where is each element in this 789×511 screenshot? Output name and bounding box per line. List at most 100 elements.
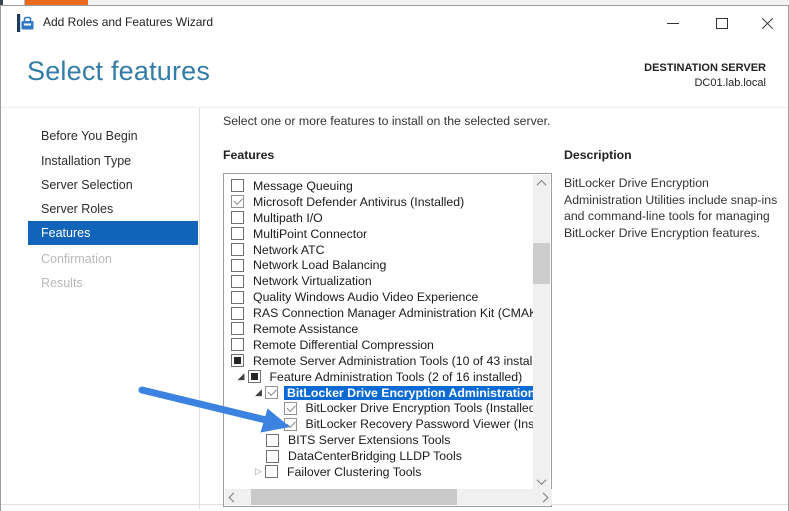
horizontal-scrollbar[interactable] — [225, 489, 552, 505]
feature-label: Multipath I/O — [253, 211, 323, 225]
feature-label: Network Load Balancing — [253, 258, 386, 272]
vertical-scrollbar[interactable] — [533, 175, 550, 490]
feature-label: RAS Connection Manager Administration Ki… — [253, 306, 534, 320]
maximize-button[interactable] — [702, 10, 742, 36]
feature-row-remote-server-administration-tools-10-of[interactable]: Remote Server Administration Tools (10 o… — [224, 353, 534, 369]
sidebar-item-features[interactable]: Features — [28, 221, 198, 245]
checkbox-checked[interactable] — [284, 402, 297, 415]
checkbox-checked[interactable] — [265, 386, 278, 399]
feature-label: Quality Windows Audio Video Experience — [253, 290, 478, 304]
checkbox-unchecked[interactable] — [231, 179, 244, 192]
feature-row-microsoft-defender-antivirus-installed[interactable]: Microsoft Defender Antivirus (Installed) — [224, 194, 534, 210]
feature-row-multipath-i-o[interactable]: Multipath I/O — [224, 210, 534, 226]
feature-label: Network ATC — [253, 243, 325, 257]
features-list-label: Features — [223, 148, 274, 162]
description-text: BitLocker Drive Encryption Administratio… — [564, 175, 783, 241]
checkbox-unchecked[interactable] — [231, 307, 244, 320]
feature-label: BITS Server Extensions Tools — [288, 433, 450, 447]
feature-row-network-atc[interactable]: Network ATC — [224, 242, 534, 258]
checkbox-unchecked[interactable] — [231, 322, 244, 335]
sidebar-item-results: Results — [1, 271, 199, 295]
checkbox-indeterminate[interactable] — [248, 370, 261, 383]
feature-row-feature-administration-tools-2-of-16-ins[interactable]: ◢ Feature Administration Tools (2 of 16 i… — [224, 369, 534, 385]
feature-row-bitlocker-drive-encryption-tools-install[interactable]: BitLocker Drive Encryption Tools (Instal… — [224, 400, 534, 416]
feature-row-network-virtualization[interactable]: Network Virtualization — [224, 273, 534, 289]
description-heading: Description — [564, 148, 632, 162]
page-title: Select features — [27, 56, 210, 87]
title-bar: Add Roles and Features Wizard — [1, 6, 788, 39]
feature-label: Remote Assistance — [253, 322, 358, 336]
features-rows: Message Queuing Microsoft Defender Antivi… — [224, 178, 534, 488]
feature-label: Message Queuing — [253, 179, 353, 193]
destination-server-host: DC01.lab.local — [644, 76, 766, 91]
destination-server-block: DESTINATION SERVER DC01.lab.local — [644, 61, 766, 91]
feature-row-remote-assistance[interactable]: Remote Assistance — [224, 321, 534, 337]
roles-and-features-wizard-icon — [16, 14, 34, 32]
checkbox-checked[interactable] — [231, 195, 244, 208]
minimize-button[interactable] — [653, 10, 693, 36]
checkbox-indeterminate[interactable] — [231, 354, 244, 367]
vertical-scrollbar-thumb[interactable] — [533, 243, 550, 284]
feature-label: BitLocker Recovery Password Viewer (Inst… — [306, 417, 535, 431]
feature-row-multipoint-connector[interactable]: MultiPoint Connector — [224, 226, 534, 242]
feature-label: BitLocker Drive Encryption Administratio… — [284, 386, 534, 400]
sidebar-item-before-you-begin[interactable]: Before You Begin — [1, 124, 199, 148]
feature-label: Remote Differential Compression — [253, 338, 434, 352]
sidebar-item-installation-type[interactable]: Installation Type — [1, 149, 199, 173]
instruction-text: Select one or more features to install o… — [223, 114, 763, 128]
feature-row-ras-connection-manager-administration-ki[interactable]: RAS Connection Manager Administration Ki… — [224, 305, 534, 321]
checkbox-unchecked[interactable] — [231, 259, 244, 272]
feature-label: Remote Server Administration Tools (10 o… — [253, 354, 534, 368]
scroll-up-button[interactable] — [533, 175, 550, 192]
feature-label: Feature Administration Tools (2 of 16 in… — [270, 370, 523, 384]
destination-server-label: DESTINATION SERVER — [644, 61, 766, 76]
checkbox-unchecked[interactable] — [231, 291, 244, 304]
feature-label: BitLocker Drive Encryption Tools (Instal… — [306, 401, 535, 415]
feature-row-quality-windows-audio-video-experience[interactable]: Quality Windows Audio Video Experience — [224, 289, 534, 305]
close-icon — [761, 17, 774, 30]
screen: Add Roles and Features Wizard Select fea… — [0, 0, 789, 511]
chevron-right-icon — [539, 492, 549, 502]
expand-icon[interactable]: ▷ — [252, 467, 265, 476]
checkbox-unchecked[interactable] — [231, 211, 244, 224]
scroll-right-button[interactable] — [535, 489, 552, 505]
sidebar-divider — [199, 108, 200, 509]
feature-row-failover-clustering-tools[interactable]: ▷ Failover Clustering Tools — [224, 464, 534, 480]
checkbox-unchecked[interactable] — [266, 434, 279, 447]
checkbox-unchecked[interactable] — [231, 243, 244, 256]
feature-row-message-queuing[interactable]: Message Queuing — [224, 178, 534, 194]
close-button[interactable] — [747, 10, 787, 36]
chevron-left-icon — [229, 492, 239, 502]
feature-label: Failover Clustering Tools — [287, 465, 421, 479]
sidebar-item-server-roles[interactable]: Server Roles — [1, 197, 199, 221]
checkbox-checked[interactable] — [284, 418, 297, 431]
feature-row-bitlocker-recovery-password-viewer-insta[interactable]: BitLocker Recovery Password Viewer (Inst… — [224, 416, 534, 432]
feature-row-bits-server-extensions-tools[interactable]: BITS Server Extensions Tools — [224, 432, 534, 448]
checkbox-unchecked[interactable] — [265, 465, 278, 478]
checkbox-unchecked[interactable] — [231, 275, 244, 288]
window-title: Add Roles and Features Wizard — [43, 15, 213, 29]
chevron-up-icon — [537, 180, 547, 190]
scroll-down-button[interactable] — [533, 473, 550, 490]
feature-label: Microsoft Defender Antivirus (Installed) — [253, 195, 464, 209]
collapse-icon[interactable]: ◢ — [252, 388, 265, 397]
feature-label: DataCenterBridging LLDP Tools — [288, 449, 462, 463]
feature-row-bitlocker-drive-encryption-administratio[interactable]: ◢ BitLocker Drive Encryption Administrati… — [224, 385, 534, 401]
sidebar-item-server-selection[interactable]: Server Selection — [1, 173, 199, 197]
feature-label: MultiPoint Connector — [253, 227, 367, 241]
feature-row-remote-differential-compression[interactable]: Remote Differential Compression — [224, 337, 534, 353]
header-divider — [1, 107, 788, 108]
chevron-down-icon — [537, 475, 547, 485]
horizontal-scrollbar-thumb[interactable] — [251, 489, 457, 505]
minimize-icon — [667, 23, 679, 24]
feature-row-datacenterbridging-lldp-tools[interactable]: DataCenterBridging LLDP Tools — [224, 448, 534, 464]
checkbox-unchecked[interactable] — [266, 450, 279, 463]
checkbox-unchecked[interactable] — [231, 338, 244, 351]
checkbox-unchecked[interactable] — [231, 227, 244, 240]
feature-row-network-load-balancing[interactable]: Network Load Balancing — [224, 257, 534, 273]
maximize-icon — [716, 18, 728, 29]
features-listbox: Message Queuing Microsoft Defender Antivi… — [223, 173, 552, 507]
scroll-left-button[interactable] — [225, 489, 242, 505]
sidebar-item-confirmation: Confirmation — [1, 247, 199, 271]
collapse-icon[interactable]: ◢ — [235, 372, 248, 381]
